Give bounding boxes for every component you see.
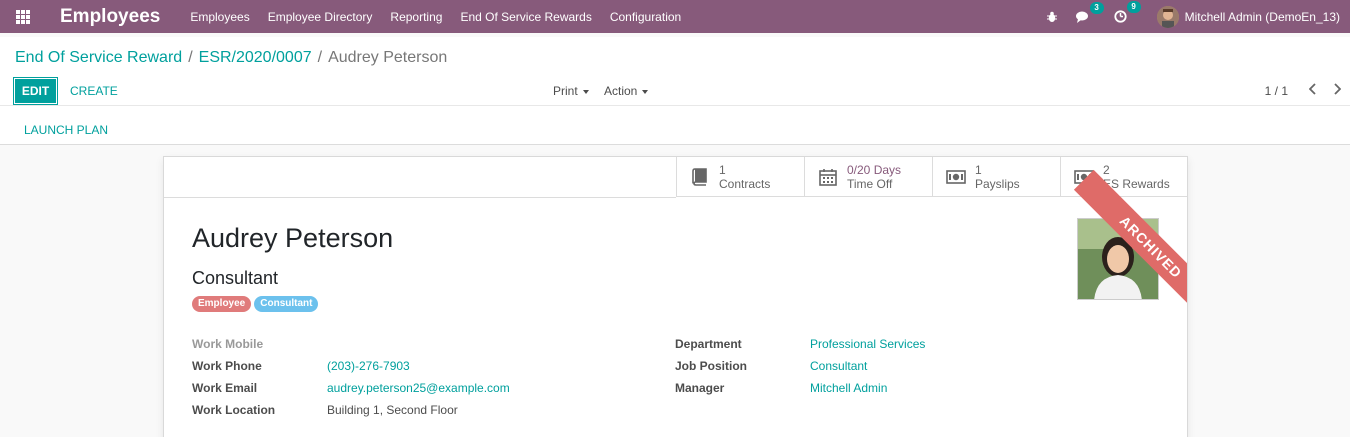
department-value[interactable]: Professional Services — [810, 337, 925, 351]
time-off-smart-button[interactable]: 0/20 Days Time Off — [804, 157, 932, 197]
work-phone-label: Work Phone — [192, 359, 262, 373]
contracts-count: 1 — [719, 163, 726, 177]
menu-reporting[interactable]: Reporting — [390, 10, 442, 24]
messages-icon[interactable]: 3 — [1075, 1, 1104, 23]
user-avatar — [1156, 5, 1179, 28]
pager-next-icon[interactable] — [1330, 81, 1344, 97]
user-name: Mitchell Admin (DemoEn_13) — [1184, 9, 1340, 24]
employee-tags: Employee Consultant — [192, 296, 321, 312]
form-sheet: 1 Contracts 0/20 Days Time Off 1 Payslips 2… — [163, 156, 1188, 437]
calendar-icon — [818, 168, 838, 186]
manager-label: Manager — [675, 381, 725, 395]
app-title[interactable]: Employees — [60, 6, 160, 28]
contracts-label: Contracts — [719, 177, 771, 191]
caret-down-icon — [642, 89, 649, 94]
messages-count-badge: 3 — [1089, 1, 1104, 14]
menu-configuration[interactable]: Configuration — [610, 10, 681, 24]
work-location-value: Building 1, Second Floor — [327, 403, 458, 417]
main-menu: Employees Employee Directory Reporting E… — [190, 10, 699, 24]
caret-down-icon — [582, 89, 589, 94]
breadcrumb: End Of Service Reward / ESR/2020/0007 / Audr… — [15, 49, 447, 67]
work-phone-value[interactable]: (203)-276-7903 — [327, 359, 410, 373]
pager-value[interactable]: 1 / 1 — [1265, 84, 1288, 98]
tag-consultant[interactable]: Consultant — [254, 296, 319, 312]
breadcrumb-separator: / — [188, 49, 193, 66]
breadcrumb-current: Audrey Peterson — [328, 49, 448, 66]
work-location-label: Work Location — [192, 403, 276, 417]
print-dropdown[interactable]: Print — [553, 84, 589, 98]
book-icon — [690, 168, 710, 186]
user-menu[interactable]: Mitchell Admin (DemoEn_13) — [1156, 5, 1340, 28]
manager-value[interactable]: Mitchell Admin — [810, 381, 887, 395]
payslips-count: 1 — [975, 163, 982, 177]
breadcrumb-separator: / — [317, 49, 323, 66]
launch-plan-button[interactable]: LAUNCH PLAN — [24, 123, 108, 137]
control-panel: End Of Service Reward / ESR/2020/0007 / Audr… — [0, 37, 1350, 105]
menu-end-of-service-rewards[interactable]: End Of Service Rewards — [460, 10, 591, 24]
print-label: Print — [553, 84, 578, 98]
employee-name: Audrey Peterson — [192, 223, 394, 253]
form-statusbar: LAUNCH PLAN — [0, 105, 1350, 145]
employee-job-title: Consultant — [192, 268, 279, 288]
activities-clock-icon[interactable]: 9 — [1113, 1, 1141, 23]
divider — [164, 197, 676, 198]
action-label: Action — [604, 84, 638, 98]
create-button[interactable]: CREATE — [70, 84, 118, 98]
breadcrumb-end-of-service-reward[interactable]: End Of Service Reward — [15, 49, 182, 66]
payslips-label: Payslips — [975, 177, 1020, 191]
tag-employee[interactable]: Employee — [192, 296, 252, 312]
time-off-label: Time Off — [847, 177, 893, 191]
contracts-smart-button[interactable]: 1 Contracts — [676, 157, 804, 197]
action-dropdown[interactable]: Action — [604, 84, 649, 98]
department-label: Department — [675, 337, 742, 351]
job-position-label: Job Position — [675, 359, 747, 373]
es-rewards-count: 2 — [1103, 163, 1110, 177]
menu-employee-directory[interactable]: Employee Directory — [268, 10, 373, 24]
work-mobile-label: Work Mobile — [192, 337, 264, 351]
debug-bug-icon[interactable] — [1046, 11, 1058, 23]
activities-count-badge: 9 — [1126, 1, 1141, 13]
money-icon — [946, 170, 966, 184]
edit-button[interactable]: EDIT — [13, 77, 58, 105]
menu-employees[interactable]: Employees — [190, 10, 249, 24]
work-email-value[interactable]: audrey.peterson25@example.com — [327, 381, 510, 395]
apps-menu-icon[interactable] — [0, 0, 46, 33]
time-off-value: 0/20 Days — [847, 163, 902, 177]
job-position-value[interactable]: Consultant — [810, 359, 867, 373]
payslips-smart-button[interactable]: 1 Payslips — [932, 157, 1060, 197]
top-navbar: Employees Employees Employee Directory R… — [0, 0, 1350, 33]
work-email-label: Work Email — [192, 381, 258, 395]
breadcrumb-esr-record[interactable]: ESR/2020/0007 — [199, 49, 312, 66]
pager-previous-icon[interactable] — [1306, 81, 1320, 97]
